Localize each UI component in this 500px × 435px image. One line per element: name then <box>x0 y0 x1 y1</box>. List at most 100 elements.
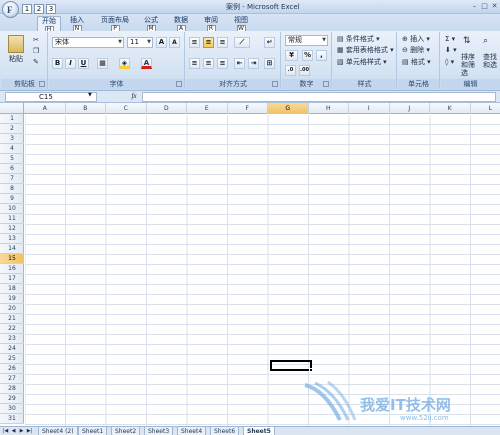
paste-icon[interactable] <box>8 35 24 53</box>
align-bottom-icon[interactable]: ≡ <box>217 37 228 48</box>
worksheet-grid[interactable]: ABCDEFGHIJKL 1 2 3 4 5 6 7 8 9 10 11 12 13 14 15 16 17 18… <box>0 103 500 426</box>
fill-icon[interactable]: ⬇ ▾ <box>444 45 458 56</box>
row-header-3[interactable]: 3 <box>0 134 24 144</box>
active-cell-c15[interactable] <box>270 360 312 371</box>
close-icon[interactable]: ✕ <box>490 2 499 11</box>
merge-center-icon[interactable]: ⊞ <box>264 58 275 69</box>
clipboard-launcher-icon[interactable] <box>39 81 45 87</box>
copy-icon[interactable]: ❐ <box>32 46 40 57</box>
tab-view[interactable]: 视图 W <box>230 16 252 33</box>
align-center-icon[interactable]: ≡ <box>203 58 214 69</box>
qat-key-1[interactable]: 1 <box>22 4 32 14</box>
sheet-tab-4[interactable]: Sheet3 <box>144 427 174 435</box>
column-header-f[interactable]: F <box>228 103 268 114</box>
grow-font-icon[interactable]: A <box>156 37 167 48</box>
column-header-d[interactable]: D <box>147 103 187 114</box>
decrease-indent-icon[interactable]: ⇤ <box>234 58 245 69</box>
font-size-select[interactable]: 11 ▼ <box>127 37 153 48</box>
qat-key-3[interactable]: 3 <box>46 4 56 14</box>
find-select-icon[interactable]: ⌕ <box>482 36 498 50</box>
row-header-25[interactable]: 25 <box>0 354 24 364</box>
row-header-22[interactable]: 22 <box>0 324 24 334</box>
align-top-icon[interactable]: ≡ <box>189 37 200 48</box>
autosum-icon[interactable]: Σ ▾ <box>444 34 456 45</box>
row-header-27[interactable]: 27 <box>0 374 24 384</box>
cell-styles-button[interactable]: ▧ 单元格样式 ▾ <box>336 57 388 68</box>
row-header-6[interactable]: 6 <box>0 164 24 174</box>
column-header-b[interactable]: B <box>66 103 106 114</box>
row-header-20[interactable]: 20 <box>0 304 24 314</box>
next-sheet-icon[interactable]: ▶ <box>18 428 25 435</box>
format-painter-icon[interactable]: ✎ <box>32 57 40 68</box>
office-button[interactable]: F <box>2 1 19 18</box>
sheet-tab-1[interactable]: Sheet4 (2) <box>38 427 78 435</box>
tab-home[interactable]: 开始 H <box>37 16 61 34</box>
first-sheet-icon[interactable]: |◀ <box>2 428 9 435</box>
minimize-icon[interactable]: – <box>470 2 479 11</box>
row-header-1[interactable]: 1 <box>0 114 24 124</box>
sheet-tab-7[interactable]: Sheet5 <box>243 427 275 435</box>
column-header-k[interactable]: K <box>430 103 471 114</box>
row-header-30[interactable]: 30 <box>0 404 24 414</box>
sheet-tab-5[interactable]: Sheet4 <box>177 427 207 435</box>
column-header-a[interactable]: A <box>25 103 66 114</box>
format-cells-button[interactable]: ▤ 格式 ▾ <box>401 57 432 68</box>
row-header-5[interactable]: 5 <box>0 154 24 164</box>
alignment-launcher-icon[interactable] <box>272 81 278 87</box>
column-header-c[interactable]: C <box>106 103 147 114</box>
column-header-e[interactable]: E <box>187 103 228 114</box>
row-header-8[interactable]: 8 <box>0 184 24 194</box>
row-header-4[interactable]: 4 <box>0 144 24 154</box>
number-format-select[interactable]: 常规 ▼ <box>285 35 328 46</box>
row-header-19[interactable]: 19 <box>0 294 24 304</box>
formula-input[interactable] <box>142 92 496 102</box>
number-launcher-icon[interactable] <box>323 81 329 87</box>
cut-icon[interactable]: ✂ <box>32 35 40 46</box>
row-header-26[interactable]: 26 <box>0 364 24 374</box>
select-all-corner[interactable] <box>0 103 24 114</box>
tab-page-layout[interactable]: 页面布局 P <box>97 16 133 33</box>
row-header-28[interactable]: 28 <box>0 384 24 394</box>
conditional-formatting-button[interactable]: ▤ 条件格式 ▾ <box>336 34 381 45</box>
tab-formulas[interactable]: 公式 M <box>140 16 162 33</box>
find-select-label[interactable]: 查找和选择 <box>482 52 500 69</box>
row-header-10[interactable]: 10 <box>0 204 24 214</box>
last-sheet-icon[interactable]: ▶| <box>26 428 33 435</box>
tab-review[interactable]: 审阅 R <box>200 16 222 33</box>
row-header-13[interactable]: 13 <box>0 234 24 244</box>
clear-icon[interactable]: ◊ ▾ <box>444 57 455 68</box>
shrink-font-icon[interactable]: A <box>169 37 180 48</box>
row-header-15[interactable]: 15 <box>0 254 24 264</box>
fill-handle[interactable] <box>309 368 313 372</box>
delete-cells-button[interactable]: ⊖ 删除 ▾ <box>401 45 431 56</box>
align-right-icon[interactable]: ≡ <box>217 58 228 69</box>
sheet-tab-2[interactable]: Sheet1 <box>78 427 108 435</box>
align-middle-icon[interactable]: ≡ <box>203 37 214 48</box>
row-header-14[interactable]: 14 <box>0 244 24 254</box>
orientation-icon[interactable]: ⟋ <box>234 37 250 48</box>
font-name-select[interactable]: 宋体 ▼ <box>52 37 124 48</box>
maximize-icon[interactable]: □ <box>480 2 489 11</box>
format-as-table-button[interactable]: ▦ 套用表格格式 ▾ <box>336 45 395 56</box>
row-header-24[interactable]: 24 <box>0 344 24 354</box>
chevron-down-icon[interactable]: ▼ <box>88 92 92 98</box>
row-header-21[interactable]: 21 <box>0 314 24 324</box>
column-header-j[interactable]: J <box>390 103 430 114</box>
sheet-tab-6[interactable]: Sheet6 <box>210 427 240 435</box>
insert-function-icon[interactable]: fx <box>128 92 140 102</box>
sheet-tab-3[interactable]: Sheet2 <box>111 427 141 435</box>
tab-data[interactable]: 数据 A <box>170 16 192 33</box>
align-left-icon[interactable]: ≡ <box>189 58 200 69</box>
comma-style-icon[interactable]: , <box>316 50 327 61</box>
column-header-i[interactable]: I <box>349 103 390 114</box>
row-header-12[interactable]: 12 <box>0 224 24 234</box>
column-header-h[interactable]: H <box>309 103 349 114</box>
percent-icon[interactable]: % <box>302 50 313 61</box>
underline-icon[interactable]: U <box>78 58 89 69</box>
row-header-17[interactable]: 17 <box>0 274 24 284</box>
column-header-l[interactable]: L <box>471 103 500 114</box>
italic-icon[interactable]: I <box>65 58 76 69</box>
row-header-29[interactable]: 29 <box>0 394 24 404</box>
sort-filter-icon[interactable]: ⇅ <box>462 36 478 50</box>
prev-sheet-icon[interactable]: ◀ <box>10 428 17 435</box>
